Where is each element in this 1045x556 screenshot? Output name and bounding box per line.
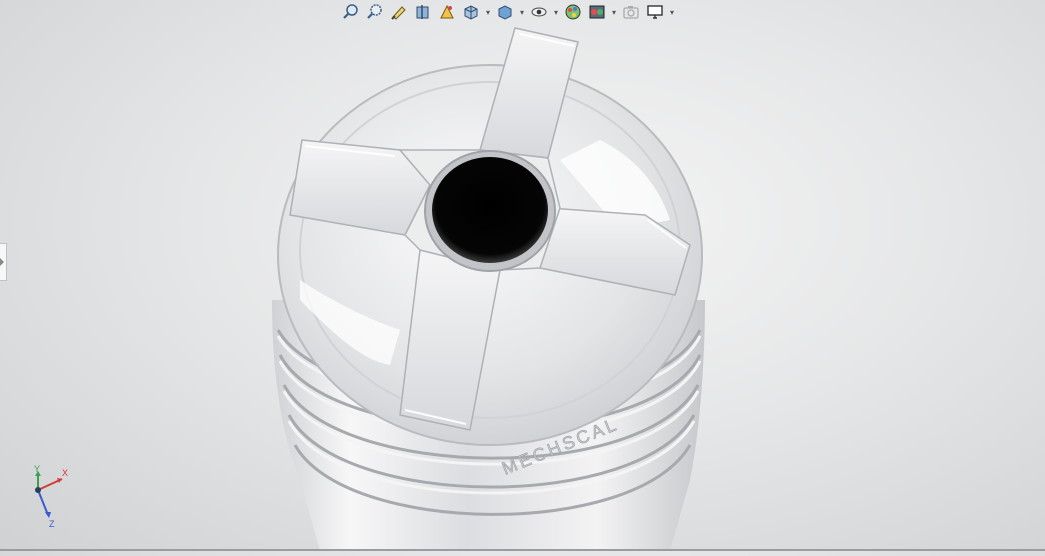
view-orientation-icon xyxy=(464,5,478,20)
feature-manager-expand-tab[interactable] xyxy=(0,243,7,281)
screen-display-button[interactable] xyxy=(644,1,666,23)
triad-z-label: Z xyxy=(49,519,55,529)
dynamic-annotation-views-button[interactable] xyxy=(436,1,458,23)
zoom-to-area-button[interactable] xyxy=(364,1,386,23)
tank-model[interactable]: MECHSCAL xyxy=(0,0,1045,551)
triad-y-label: Y xyxy=(34,465,40,474)
zoom-to-fit-icon xyxy=(343,4,358,19)
edit-appearance-icon xyxy=(565,4,581,20)
view-orientation-button[interactable] xyxy=(460,1,482,23)
heads-up-view-toolbar: ▾ ▾ ▾ ▾ ▾ xyxy=(340,0,676,24)
display-style-dropdown[interactable]: ▾ xyxy=(518,1,526,23)
section-view-button[interactable] xyxy=(412,1,434,23)
zoom-to-area-icon xyxy=(367,4,382,19)
view-orientation-dropdown[interactable]: ▾ xyxy=(484,1,492,23)
edit-appearance-button[interactable] xyxy=(562,1,584,23)
display-style-button[interactable] xyxy=(494,1,516,23)
screen-display-dropdown[interactable]: ▾ xyxy=(668,1,676,23)
screen-display-icon xyxy=(647,5,663,19)
triad-x-label: X xyxy=(62,468,68,478)
display-style-icon xyxy=(498,5,512,20)
hide-show-items-icon xyxy=(531,7,547,17)
apply-scene-button[interactable] xyxy=(586,1,608,23)
apply-scene-dropdown[interactable]: ▾ xyxy=(610,1,618,23)
previous-view-button[interactable] xyxy=(388,1,410,23)
zoom-to-fit-button[interactable] xyxy=(340,1,362,23)
section-view-icon xyxy=(416,5,429,19)
dynamic-annotation-views-icon xyxy=(440,4,454,19)
hide-show-items-button[interactable] xyxy=(528,1,550,23)
hide-show-items-dropdown[interactable]: ▾ xyxy=(552,1,560,23)
view-settings-icon xyxy=(623,6,639,19)
view-settings-button[interactable] xyxy=(620,1,642,23)
previous-view-icon xyxy=(391,6,406,20)
graphics-area[interactable]: MECHSCAL xyxy=(0,0,1045,551)
reference-triad: X Y Z xyxy=(34,465,68,529)
apply-scene-icon xyxy=(589,5,605,19)
